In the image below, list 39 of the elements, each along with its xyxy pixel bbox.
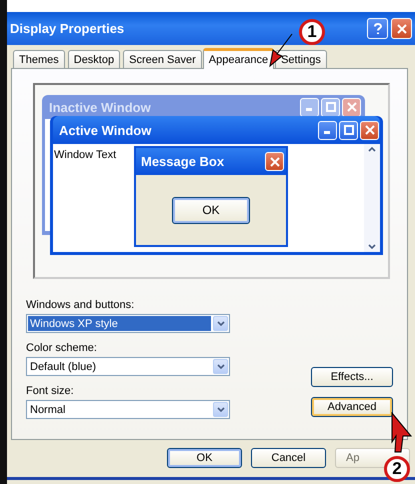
window-title: Display Properties <box>10 21 124 36</box>
dropdown-button[interactable] <box>213 316 228 331</box>
side-button[interactable]: Advanced <box>311 397 393 417</box>
dropdown-button[interactable] <box>213 402 228 417</box>
chevron-down-icon <box>216 407 224 412</box>
dialog-button[interactable]: Cancel <box>251 448 326 468</box>
field-label: Color scheme: <box>26 342 98 354</box>
cursor-icon <box>391 412 413 454</box>
dropdown-button[interactable] <box>213 359 228 374</box>
field-label: Font size: <box>26 385 75 397</box>
side-button[interactable]: Effects... <box>311 367 393 387</box>
tab[interactable]: Settings <box>275 50 327 68</box>
help-button[interactable] <box>367 18 388 39</box>
tab[interactable]: Appearance <box>202 48 274 69</box>
ok-button[interactable]: OK <box>172 196 250 224</box>
window-text: Window Text <box>54 149 116 161</box>
close-icon <box>270 156 280 166</box>
scroll-up-icon <box>368 147 376 152</box>
close-icon <box>396 24 406 34</box>
question-mark-icon <box>374 22 382 34</box>
maximize-icon <box>344 125 354 135</box>
chevron-down-icon <box>216 321 224 326</box>
tab[interactable]: Themes <box>13 50 65 68</box>
dialog-button[interactable]: OK <box>167 448 242 468</box>
tab[interactable]: Screen Saver <box>123 50 202 68</box>
dropdown-field[interactable]: Default (blue) <box>26 357 230 376</box>
field-label: Windows and buttons: <box>26 299 136 311</box>
close-icon <box>364 125 374 135</box>
scroll-down-icon <box>368 244 376 249</box>
close-icon <box>346 102 356 112</box>
dropdown-field[interactable]: Normal <box>26 400 230 419</box>
close-button[interactable] <box>391 18 412 39</box>
message-box-title: Message Box <box>141 154 224 169</box>
maximize-icon <box>326 102 336 112</box>
chevron-down-icon <box>216 364 224 369</box>
dropdown-field[interactable]: Windows XP style <box>26 314 230 333</box>
inactive-window-title: Inactive Window <box>49 100 151 114</box>
tab[interactable]: Desktop <box>68 50 120 68</box>
active-window-title: Active Window <box>59 122 152 138</box>
